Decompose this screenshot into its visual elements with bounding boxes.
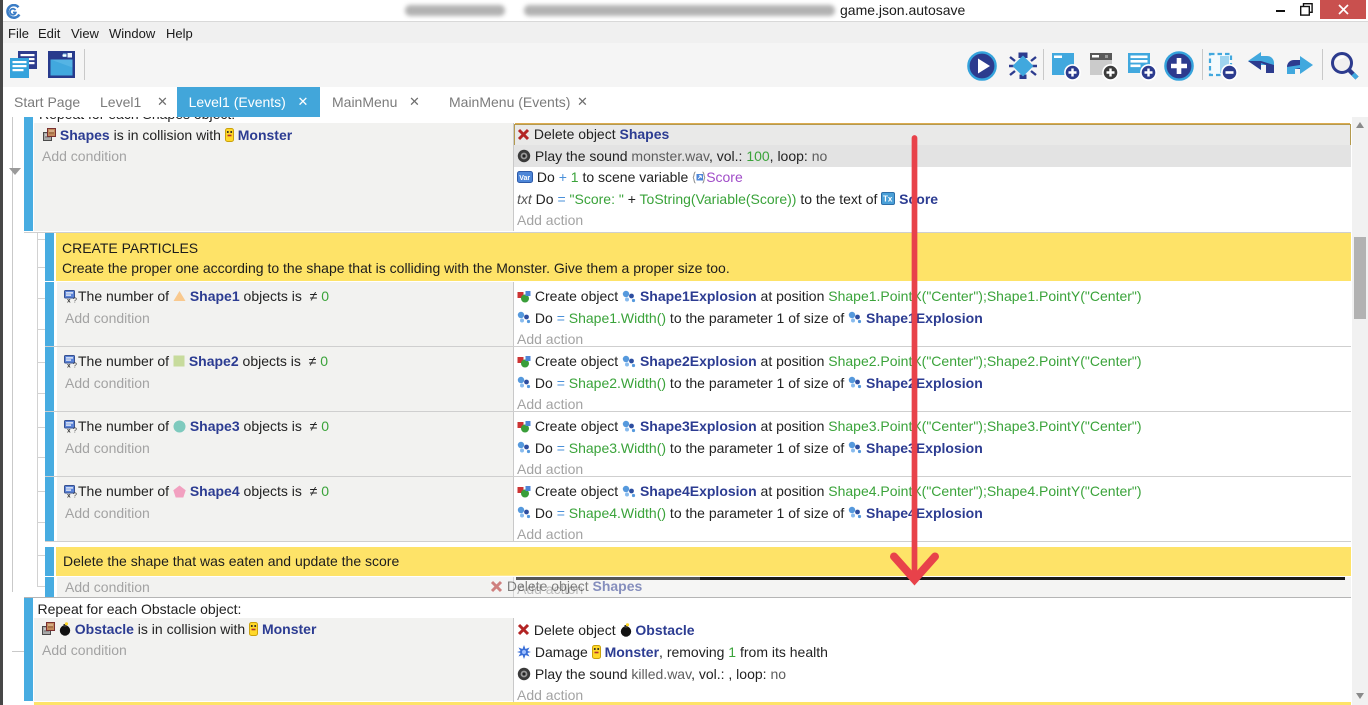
svg-text:x: x [67, 492, 71, 498]
svg-text:x: x [67, 427, 71, 433]
svg-text:?: ? [73, 492, 77, 498]
svg-text:x: x [67, 362, 71, 368]
svg-text:?: ? [73, 362, 77, 368]
svg-text:x: x [67, 297, 71, 303]
svg-text:?: ? [73, 297, 77, 303]
svg-text:Var: Var [519, 175, 530, 182]
svg-text:?: ? [73, 427, 77, 433]
